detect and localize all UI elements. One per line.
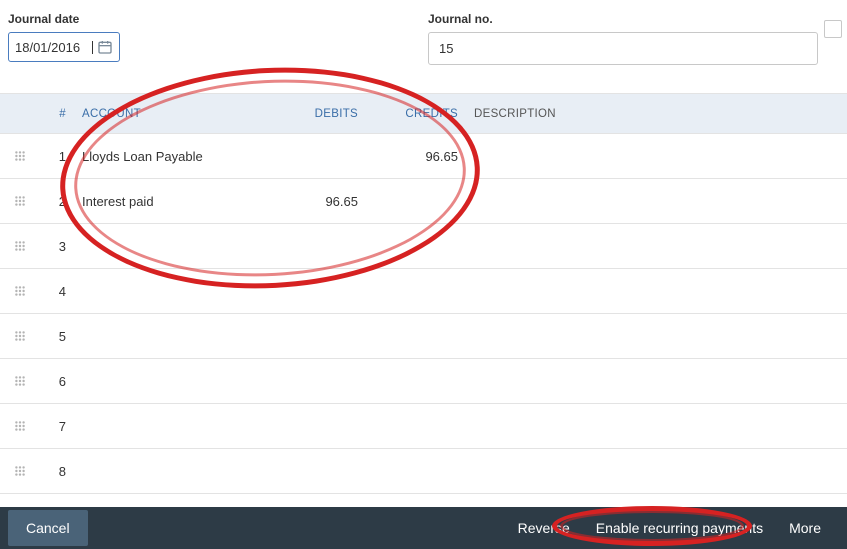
header-fields: Journal date 18/01/2016 Journal no. bbox=[0, 0, 847, 75]
row-num: 7 bbox=[40, 419, 74, 434]
col-account[interactable]: ACCOUNT bbox=[74, 108, 266, 120]
grid-header-row: # ACCOUNT DEBITS CREDITS DESCRIPTION bbox=[0, 94, 847, 134]
col-num[interactable]: # bbox=[40, 108, 74, 120]
row-account[interactable]: Lloyds Loan Payable bbox=[74, 149, 266, 164]
col-debits[interactable]: DEBITS bbox=[266, 108, 366, 120]
row-credits[interactable]: 96.65 bbox=[366, 149, 466, 164]
row-num: 5 bbox=[40, 329, 74, 344]
drag-handle-icon[interactable] bbox=[0, 285, 40, 297]
row-num: 3 bbox=[40, 239, 74, 254]
table-row[interactable]: 1 Lloyds Loan Payable 96.65 bbox=[0, 134, 847, 179]
drag-handle-icon[interactable] bbox=[0, 330, 40, 342]
header-checkbox[interactable] bbox=[824, 20, 842, 38]
journal-date-label: Journal date bbox=[8, 12, 408, 26]
table-row[interactable]: 3 bbox=[0, 224, 847, 269]
journal-no-field: Journal no. bbox=[428, 12, 839, 65]
enable-recurring-link[interactable]: Enable recurring payments bbox=[596, 520, 763, 536]
drag-handle-icon[interactable] bbox=[0, 150, 40, 162]
drag-handle-icon[interactable] bbox=[0, 465, 40, 477]
table-row[interactable]: 7 bbox=[0, 404, 847, 449]
row-account[interactable]: Interest paid bbox=[74, 194, 266, 209]
drag-handle-icon[interactable] bbox=[0, 195, 40, 207]
col-description[interactable]: DESCRIPTION bbox=[466, 108, 847, 120]
reverse-link[interactable]: Reverse bbox=[518, 520, 570, 536]
cancel-button[interactable]: Cancel bbox=[8, 510, 88, 546]
journal-no-label: Journal no. bbox=[428, 12, 839, 26]
calendar-icon[interactable] bbox=[97, 39, 113, 55]
drag-handle-icon[interactable] bbox=[0, 240, 40, 252]
row-num: 4 bbox=[40, 284, 74, 299]
drag-handle-icon[interactable] bbox=[0, 420, 40, 432]
table-row[interactable]: 2 Interest paid 96.65 bbox=[0, 179, 847, 224]
table-row[interactable]: 4 bbox=[0, 269, 847, 314]
table-row[interactable]: 8 bbox=[0, 449, 847, 494]
row-num: 1 bbox=[40, 149, 74, 164]
row-num: 8 bbox=[40, 464, 74, 479]
footer-bar: Cancel Reverse Enable recurring payments… bbox=[0, 507, 847, 549]
journal-entries-grid: # ACCOUNT DEBITS CREDITS DESCRIPTION 1 L… bbox=[0, 93, 847, 494]
journal-date-field: Journal date 18/01/2016 bbox=[8, 12, 408, 65]
row-num: 6 bbox=[40, 374, 74, 389]
journal-date-input[interactable]: 18/01/2016 bbox=[8, 32, 120, 62]
table-row[interactable]: 6 bbox=[0, 359, 847, 404]
journal-date-value: 18/01/2016 bbox=[15, 41, 93, 54]
more-link[interactable]: More bbox=[789, 520, 821, 536]
table-row[interactable]: 5 bbox=[0, 314, 847, 359]
drag-handle-icon[interactable] bbox=[0, 375, 40, 387]
col-credits[interactable]: CREDITS bbox=[366, 108, 466, 120]
row-debits[interactable]: 96.65 bbox=[266, 194, 366, 209]
journal-no-input[interactable] bbox=[428, 32, 818, 65]
row-num: 2 bbox=[40, 194, 74, 209]
